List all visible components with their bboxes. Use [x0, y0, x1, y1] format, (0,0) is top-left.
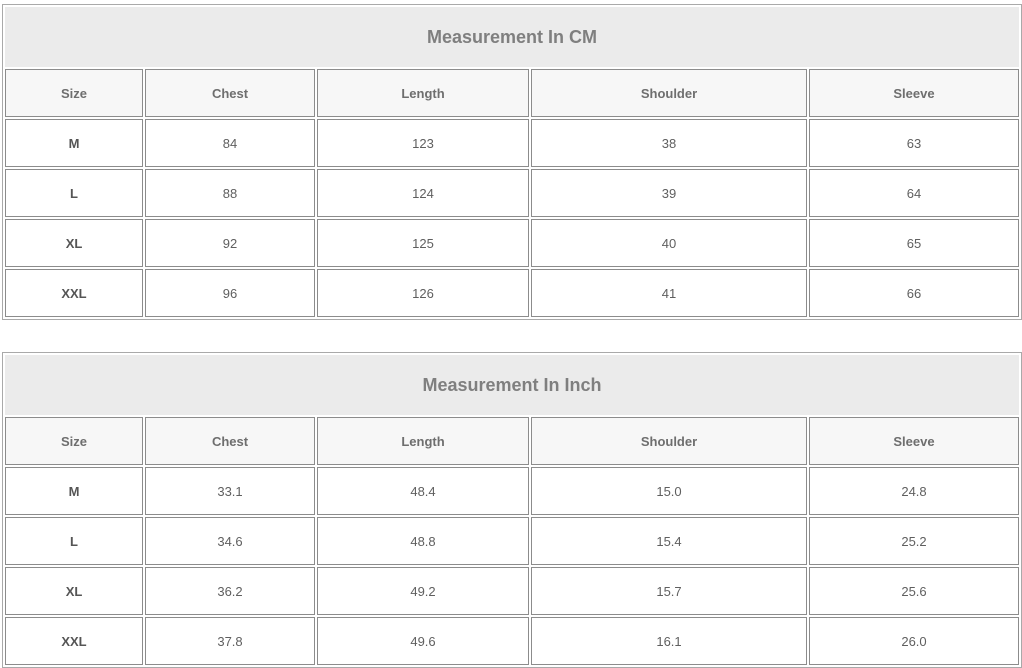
sleeve-cell: 26.0	[809, 617, 1019, 665]
column-header-size: Size	[5, 417, 143, 465]
size-cell: XL	[5, 219, 143, 267]
column-header-length: Length	[317, 69, 529, 117]
shoulder-cell: 15.4	[531, 517, 807, 565]
sleeve-cell: 65	[809, 219, 1019, 267]
size-cell: M	[5, 467, 143, 515]
chest-cell: 96	[145, 269, 315, 317]
length-cell: 48.8	[317, 517, 529, 565]
size-cell: L	[5, 517, 143, 565]
length-cell: 49.6	[317, 617, 529, 665]
sleeve-cell: 64	[809, 169, 1019, 217]
column-header-sleeve: Sleeve	[809, 69, 1019, 117]
table-row: L 34.6 48.8 15.4 25.2	[5, 517, 1019, 565]
sleeve-cell: 66	[809, 269, 1019, 317]
table-title: Measurement In Inch	[5, 355, 1019, 415]
chest-cell: 37.8	[145, 617, 315, 665]
chest-cell: 34.6	[145, 517, 315, 565]
length-cell: 48.4	[317, 467, 529, 515]
column-header-sleeve: Sleeve	[809, 417, 1019, 465]
chest-cell: 88	[145, 169, 315, 217]
shoulder-cell: 40	[531, 219, 807, 267]
column-header-shoulder: Shoulder	[531, 417, 807, 465]
table-title: Measurement In CM	[5, 7, 1019, 67]
table-row: XL 36.2 49.2 15.7 25.6	[5, 567, 1019, 615]
size-chart-inch-table: Measurement In Inch Size Chest Length Sh…	[2, 352, 1022, 668]
sleeve-cell: 25.2	[809, 517, 1019, 565]
length-cell: 125	[317, 219, 529, 267]
chest-cell: 36.2	[145, 567, 315, 615]
chest-cell: 84	[145, 119, 315, 167]
size-cell: XL	[5, 567, 143, 615]
column-header-chest: Chest	[145, 69, 315, 117]
table-row: XXL 96 126 41 66	[5, 269, 1019, 317]
size-chart-cm-table: Measurement In CM Size Chest Length Shou…	[2, 4, 1022, 320]
sleeve-cell: 25.6	[809, 567, 1019, 615]
table-row: M 84 123 38 63	[5, 119, 1019, 167]
size-cell: XXL	[5, 617, 143, 665]
shoulder-cell: 15.0	[531, 467, 807, 515]
column-header-length: Length	[317, 417, 529, 465]
size-cell: L	[5, 169, 143, 217]
table-row: M 33.1 48.4 15.0 24.8	[5, 467, 1019, 515]
chest-cell: 92	[145, 219, 315, 267]
chest-cell: 33.1	[145, 467, 315, 515]
shoulder-cell: 39	[531, 169, 807, 217]
length-cell: 126	[317, 269, 529, 317]
length-cell: 124	[317, 169, 529, 217]
size-cell: M	[5, 119, 143, 167]
table-title-row: Measurement In Inch	[5, 355, 1019, 415]
length-cell: 49.2	[317, 567, 529, 615]
table-header-row: Size Chest Length Shoulder Sleeve	[5, 69, 1019, 117]
table-header-row: Size Chest Length Shoulder Sleeve	[5, 417, 1019, 465]
table-row: L 88 124 39 64	[5, 169, 1019, 217]
sleeve-cell: 63	[809, 119, 1019, 167]
shoulder-cell: 41	[531, 269, 807, 317]
column-header-size: Size	[5, 69, 143, 117]
shoulder-cell: 15.7	[531, 567, 807, 615]
column-header-chest: Chest	[145, 417, 315, 465]
shoulder-cell: 38	[531, 119, 807, 167]
table-title-row: Measurement In CM	[5, 7, 1019, 67]
sleeve-cell: 24.8	[809, 467, 1019, 515]
shoulder-cell: 16.1	[531, 617, 807, 665]
length-cell: 123	[317, 119, 529, 167]
table-row: XXL 37.8 49.6 16.1 26.0	[5, 617, 1019, 665]
column-header-shoulder: Shoulder	[531, 69, 807, 117]
table-row: XL 92 125 40 65	[5, 219, 1019, 267]
size-cell: XXL	[5, 269, 143, 317]
